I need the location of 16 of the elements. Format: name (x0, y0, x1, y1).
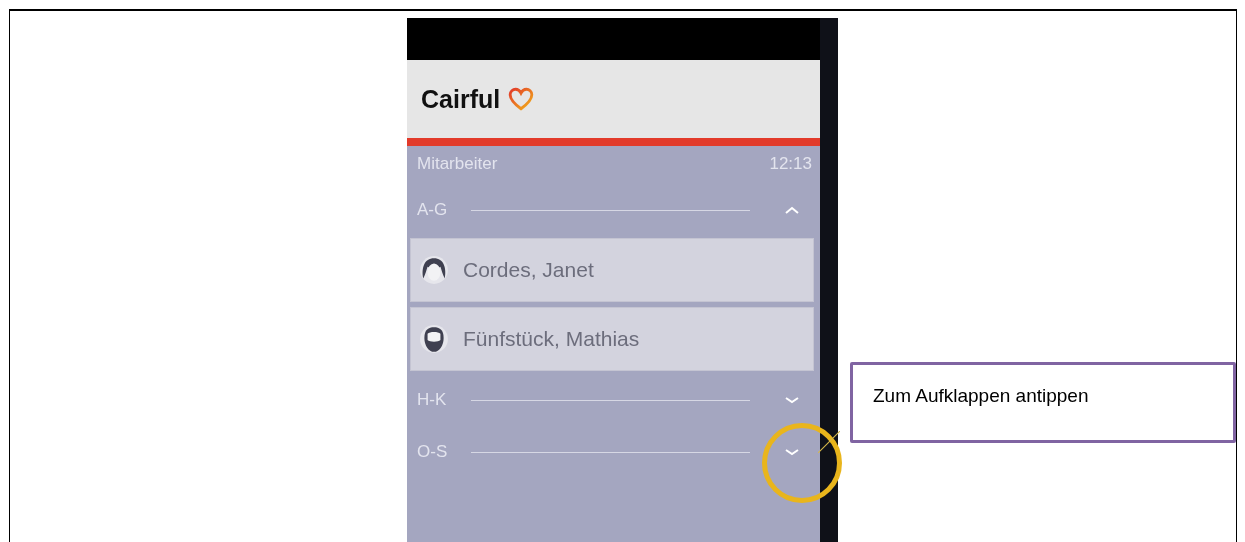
chevron-down-icon (784, 395, 800, 405)
avatar-icon (419, 255, 449, 285)
callout-text: Zum Aufklappen antippen (873, 385, 1089, 406)
chevron-down-icon (784, 447, 800, 457)
leader-line (818, 431, 840, 453)
clock-time: 12:13 (769, 154, 812, 175)
avatar-icon (419, 324, 449, 354)
employee-list-item[interactable]: Fünfstück, Mathias (410, 307, 814, 371)
group-label: A-G (417, 200, 449, 220)
group-label: O-S (417, 442, 449, 462)
employee-list-item[interactable]: Cordes, Janet (410, 238, 814, 302)
heart-icon (508, 87, 535, 111)
chevron-up-icon (784, 205, 800, 215)
app-title: Cairful (421, 84, 501, 114)
screen-title: Mitarbeiter (417, 154, 498, 175)
group-label: H-K (417, 390, 448, 410)
